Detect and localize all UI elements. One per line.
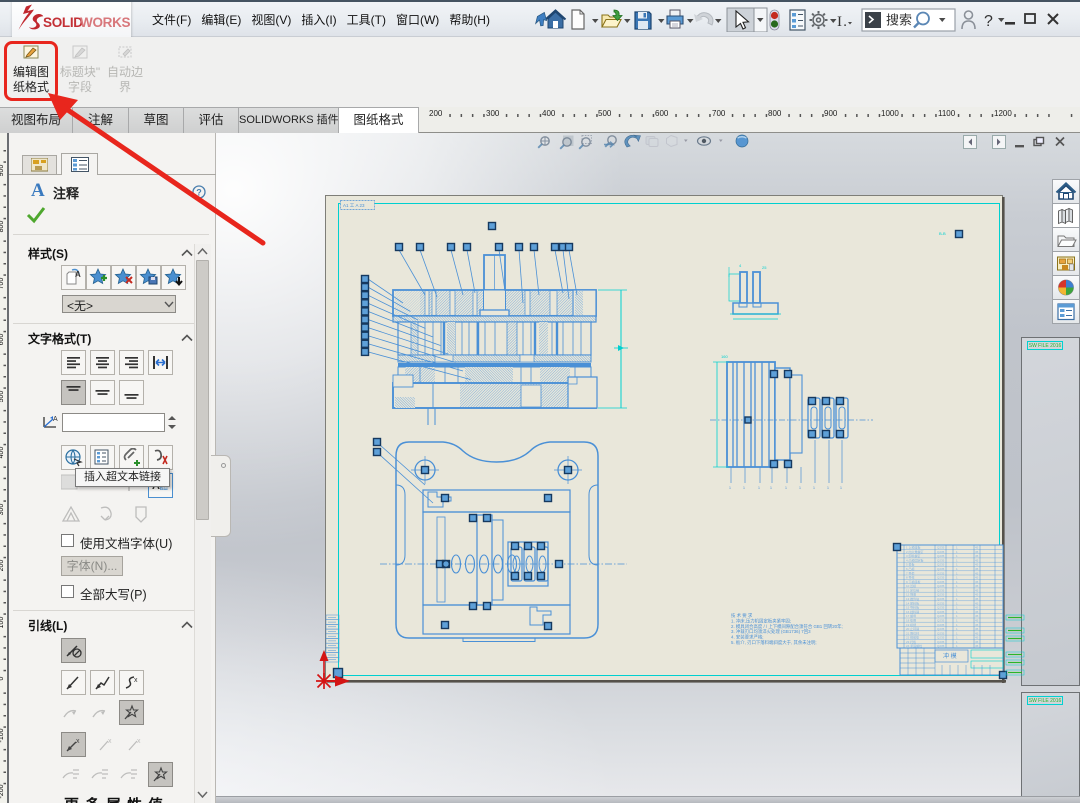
svg-text:B-B: B-B: [939, 231, 946, 236]
svg-text:18 垫圈: 18 垫圈: [906, 618, 916, 623]
svg-text:160: 160: [721, 354, 728, 359]
svg-text:4 凸模固定板: 4 凸模固定板: [906, 557, 924, 562]
svg-text:1: 1: [840, 486, 842, 490]
svg-text:1: 1: [813, 486, 815, 490]
svg-text:x: x: [137, 738, 141, 745]
svg-text:1: 1: [770, 486, 772, 490]
svg-text:1: 1: [743, 486, 745, 490]
svg-text:1: 1: [729, 486, 731, 490]
svg-text:13 推件块: 13 推件块: [906, 596, 919, 601]
svg-text:5. 板介, 刃口下落料端斜度大于, 其余未注明;: 5. 板介, 刃口下落料端斜度大于, 其余未注明;: [731, 639, 817, 646]
svg-text:11 定位销: 11 定位销: [906, 587, 919, 592]
svg-text:?: ?: [984, 13, 993, 30]
svg-text:3 卸料螺钉: 3 卸料螺钉: [906, 553, 921, 558]
svg-text:1: 1: [785, 486, 787, 490]
svg-text:A1 工 A 23: A1 工 A 23: [343, 203, 365, 208]
svg-text:100: 100: [0, 617, 5, 629]
svg-text:24 紧固螺栓: 24 紧固螺栓: [906, 643, 922, 648]
svg-text:15 导料板: 15 导料板: [906, 605, 919, 610]
svg-text:x: x: [134, 677, 138, 684]
svg-text:14 卸料板: 14 卸料板: [906, 600, 919, 605]
svg-text:8 导柱: 8 导柱: [906, 575, 915, 580]
svg-text:-200: -200: [0, 784, 5, 798]
svg-text:16 挡料销: 16 挡料销: [906, 609, 919, 614]
svg-text:17 螺母: 17 螺母: [906, 613, 916, 618]
svg-text:1: 1: [758, 486, 760, 490]
svg-text:1 上模座板: 1 上模座板: [906, 545, 921, 550]
svg-text:19 模柄: 19 模柄: [906, 622, 916, 627]
svg-text:20 止转销: 20 止转销: [906, 626, 919, 631]
svg-text:.: .: [843, 13, 847, 30]
svg-text:6 凸模: 6 凸模: [906, 566, 915, 571]
svg-text:25: 25: [762, 265, 767, 270]
svg-text:400: 400: [0, 447, 5, 459]
svg-text:22 橡胶垫: 22 橡胶垫: [906, 635, 919, 640]
svg-text:2 内六角螺钉: 2 内六角螺钉: [906, 549, 924, 554]
svg-text:x: x: [76, 738, 80, 745]
svg-text:300: 300: [0, 504, 5, 516]
svg-text:-100: -100: [0, 728, 5, 742]
svg-text:500: 500: [0, 391, 5, 403]
svg-text:5 垫板: 5 垫板: [906, 562, 915, 567]
svg-text:23 托板: 23 托板: [906, 639, 916, 644]
svg-text:10 凹模: 10 凹模: [906, 583, 916, 588]
svg-text:搜索: 搜索: [886, 13, 912, 28]
svg-text:0: 0: [0, 676, 5, 680]
svg-text:A: A: [75, 270, 81, 279]
svg-text:600: 600: [0, 334, 5, 346]
svg-text:A: A: [53, 416, 58, 423]
svg-text:200: 200: [0, 560, 5, 572]
svg-text:x: x: [108, 738, 112, 745]
svg-text:1: 1: [799, 486, 801, 490]
svg-text:I: I: [837, 14, 842, 30]
svg-text:700: 700: [0, 278, 5, 290]
svg-text:1: 1: [827, 486, 829, 490]
svg-text:7 导套: 7 导套: [906, 570, 915, 575]
svg-text:冲 模: 冲 模: [943, 652, 957, 660]
svg-text:12 弹簧: 12 弹簧: [906, 592, 916, 597]
